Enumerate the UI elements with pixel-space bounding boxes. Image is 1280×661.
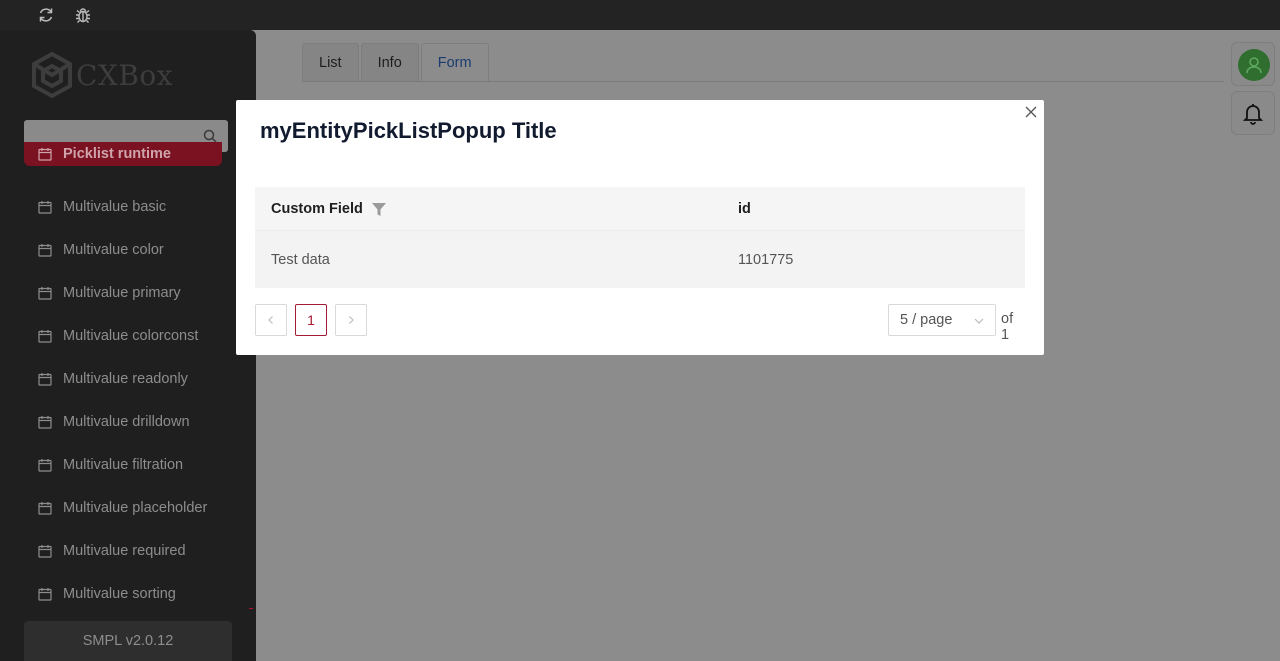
chevron-right-icon: [349, 316, 354, 324]
tab-list[interactable]: List: [302, 43, 359, 81]
sidebar-item-label: Multivalue sorting: [63, 585, 176, 602]
sidebar-item-label: Multivalue readonly: [63, 370, 188, 387]
top-bar: [0, 0, 1280, 30]
sidebar-item-multivalue-sorting[interactable]: Multivalue sorting: [24, 572, 222, 612]
sidebar: CXBox Picklist runtime Multivalue basic Mu…: [0, 30, 256, 661]
calendar-icon: [38, 544, 52, 558]
calendar-icon: [38, 243, 52, 257]
column-header-id: id: [722, 201, 751, 217]
sidebar-item-multivalue-drilldown[interactable]: Multivalue drilldown: [24, 400, 222, 443]
user-icon: [1246, 57, 1262, 74]
cell-id[interactable]: 1101775: [722, 252, 793, 268]
table-header: Custom Field id: [255, 187, 1025, 231]
view-tabs: List Info Form: [302, 43, 1224, 82]
sidebar-item-label: Multivalue placeholder: [63, 499, 208, 516]
sidebar-item-label: Multivalue required: [63, 542, 186, 559]
table-row[interactable]: Test data 1101775: [255, 231, 1025, 288]
sidebar-item-multivalue-colorconst[interactable]: Multivalue colorconst: [24, 314, 222, 357]
sidebar-item-label: Multivalue basic: [63, 198, 167, 215]
page-size-select[interactable]: 5 / page: [888, 304, 996, 336]
cxbox-logo-icon: [30, 50, 74, 100]
calendar-icon: [38, 415, 52, 429]
sidebar-item-label: Multivalue primary: [63, 284, 181, 301]
sidebar-item-multivalue-required[interactable]: Multivalue required: [24, 529, 222, 572]
column-header-label: Custom Field: [271, 200, 363, 217]
next-page-button[interactable]: [335, 304, 367, 336]
sidebar-item-label: Multivalue filtration: [63, 456, 184, 473]
calendar-icon: [38, 286, 52, 300]
calendar-icon: [38, 147, 52, 161]
notifications-button[interactable]: [1231, 91, 1275, 135]
calendar-icon: [38, 200, 52, 214]
sidebar-item-multivalue-placeholder[interactable]: Multivalue placeholder: [24, 486, 222, 529]
calendar-icon: [38, 372, 52, 386]
picklist-table: Custom Field id Test data 1101775: [255, 187, 1025, 288]
calendar-icon: [38, 587, 52, 601]
sidebar-item-label: Picklist runtime: [63, 146, 171, 162]
popup-title: myEntityPickListPopup Title: [260, 118, 557, 143]
tab-info[interactable]: Info: [360, 43, 419, 81]
user-menu-button[interactable]: [1231, 42, 1275, 86]
chevron-down-icon: [973, 315, 985, 327]
column-header-custom-field: Custom Field: [255, 201, 722, 217]
calendar-icon: [38, 458, 52, 472]
prev-page-button[interactable]: [255, 304, 287, 336]
sidebar-item-multivalue-primary[interactable]: Multivalue primary: [24, 271, 222, 314]
sidebar-item-label: Multivalue color: [63, 241, 164, 258]
sidebar-item-label: Multivalue colorconst: [63, 327, 199, 344]
column-header-label: id: [738, 200, 751, 217]
chevron-left-icon: [268, 316, 273, 324]
sidebar-item-picklist-runtime[interactable]: Picklist runtime: [24, 142, 222, 166]
sidebar-item-label: Multivalue drilldown: [63, 413, 190, 430]
page-size-value: 5 / page: [900, 312, 953, 328]
version-label: SMPL v2.0.12: [24, 621, 232, 661]
sidebar-menu: Picklist runtime Multivalue basic Multival…: [0, 142, 256, 612]
refresh-icon[interactable]: [36, 5, 56, 25]
app-logo[interactable]: CXBox: [30, 50, 173, 100]
total-pages-label: of 1: [1001, 311, 1014, 343]
tab-form[interactable]: Form: [420, 43, 489, 81]
filter-icon[interactable]: [371, 201, 387, 217]
page-button-1[interactable]: 1: [295, 304, 327, 336]
sidebar-item-multivalue-readonly[interactable]: Multivalue readonly: [24, 357, 222, 400]
logo-text: CXBox: [76, 58, 174, 92]
bug-icon[interactable]: [73, 5, 93, 25]
calendar-icon: [38, 501, 52, 515]
avatar: [1238, 49, 1270, 81]
calendar-icon: [38, 329, 52, 343]
bell-icon: [1242, 104, 1264, 125]
sidebar-item-multivalue-color[interactable]: Multivalue color: [24, 228, 222, 271]
sidebar-item-multivalue-basic[interactable]: Multivalue basic: [24, 185, 222, 228]
close-icon[interactable]: [1024, 105, 1038, 119]
pagination: 1 5 / page of 1: [255, 304, 1025, 343]
scroll-indicator: [249, 608, 253, 609]
sidebar-item-multivalue-filtration[interactable]: Multivalue filtration: [24, 443, 222, 486]
picklist-popup: myEntityPickListPopup Title Custom Field…: [236, 100, 1044, 355]
cell-custom-field[interactable]: Test data: [255, 252, 722, 268]
